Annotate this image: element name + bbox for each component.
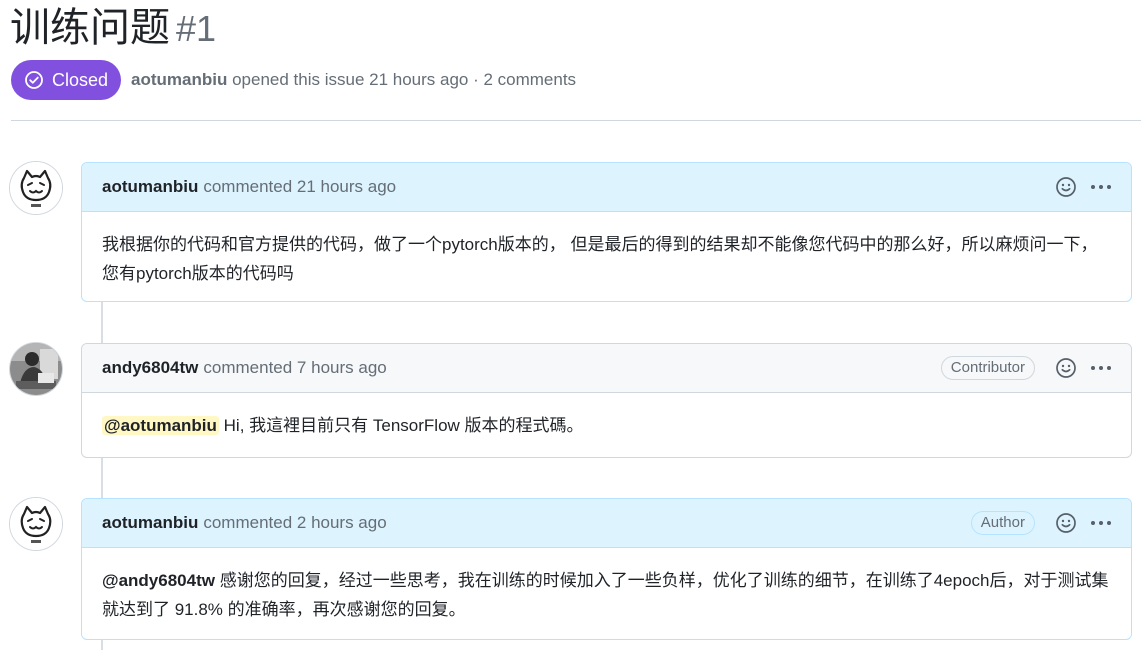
issue-title-text: 训练问题 — [10, 6, 170, 50]
comment-author-link[interactable]: aotumanbiu — [102, 513, 198, 533]
smiley-icon[interactable] — [1055, 512, 1077, 534]
user-mention[interactable]: @andy6804tw — [102, 571, 215, 590]
comment-body: @andy6804tw 感谢您的回复，经过一些思考，我在训练的时候加入了一些负样… — [82, 548, 1131, 639]
comment-2: andy6804tw commented 7 hours ago Contrib… — [81, 343, 1132, 458]
issue-meta-text: opened this issue 21 hours ago · 2 comme… — [232, 70, 577, 89]
comment-author-link[interactable]: aotumanbiu — [102, 177, 198, 197]
avatar[interactable] — [10, 162, 62, 214]
comment-1: aotumanbiu commented 21 hours ago 我根据你的代… — [81, 162, 1132, 302]
comment-body: @aotumanbiu Hi, 我這裡目前只有 TensorFlow 版本的程式… — [82, 393, 1131, 457]
issue-number: #1 — [176, 8, 217, 49]
check-circle-icon — [24, 70, 44, 90]
smiley-icon[interactable] — [1055, 176, 1077, 198]
kebab-horizontal-icon[interactable] — [1089, 512, 1113, 534]
comment-header: aotumanbiu commented 21 hours ago — [82, 163, 1131, 212]
comment-header: andy6804tw commented 7 hours ago Contrib… — [82, 344, 1131, 393]
comment-3: aotumanbiu commented 2 hours ago Author … — [81, 498, 1132, 640]
issue-state-badge: Closed — [11, 60, 121, 100]
issue-state-label: Closed — [51, 69, 109, 90]
smiley-icon[interactable] — [1055, 357, 1077, 379]
issue-meta: aotumanbiu opened this issue 21 hours ag… — [131, 68, 576, 92]
comment-timestamp[interactable]: commented 21 hours ago — [203, 177, 396, 197]
comment-body: 我根据你的代码和官方提供的代码，做了一个pytorch版本的， 但是最后的得到的… — [102, 235, 1098, 283]
user-mention[interactable]: @aotumanbiu — [102, 416, 219, 435]
comment-timestamp[interactable]: commented 7 hours ago — [203, 358, 386, 378]
comment-header: aotumanbiu commented 2 hours ago Author — [82, 499, 1131, 548]
kebab-horizontal-icon[interactable] — [1089, 357, 1113, 379]
comment-timestamp[interactable]: commented 2 hours ago — [203, 513, 386, 533]
issue-author-link[interactable]: aotumanbiu — [131, 70, 227, 89]
comment-text: 感谢您的回复，经过一些思考，我在训练的时候加入了一些负样，优化了训练的细节，在训… — [102, 571, 1109, 619]
avatar[interactable] — [10, 498, 62, 550]
avatar[interactable] — [10, 343, 62, 395]
comment-text: Hi, 我這裡目前只有 TensorFlow 版本的程式碼。 — [223, 416, 584, 435]
author-badge: Author — [970, 511, 1035, 535]
comment-author-link[interactable]: andy6804tw — [102, 358, 198, 378]
header-divider — [11, 120, 1141, 121]
contributor-badge: Contributor — [940, 356, 1035, 380]
kebab-horizontal-icon[interactable] — [1089, 176, 1113, 198]
issue-title: 训练问题 #1 — [10, 4, 216, 53]
